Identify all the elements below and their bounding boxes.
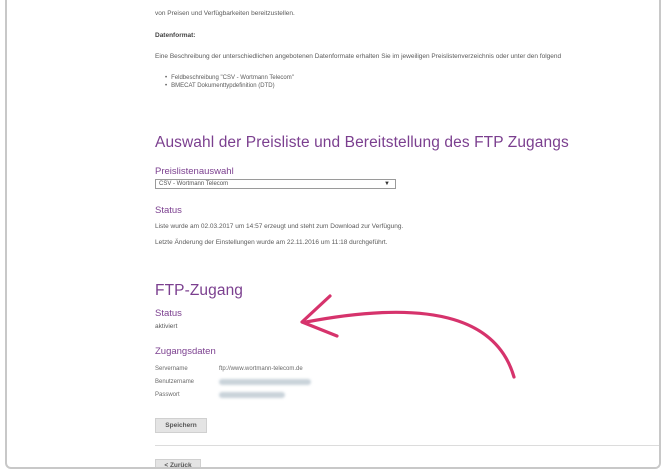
annotation-arrow-icon bbox=[300, 294, 516, 379]
